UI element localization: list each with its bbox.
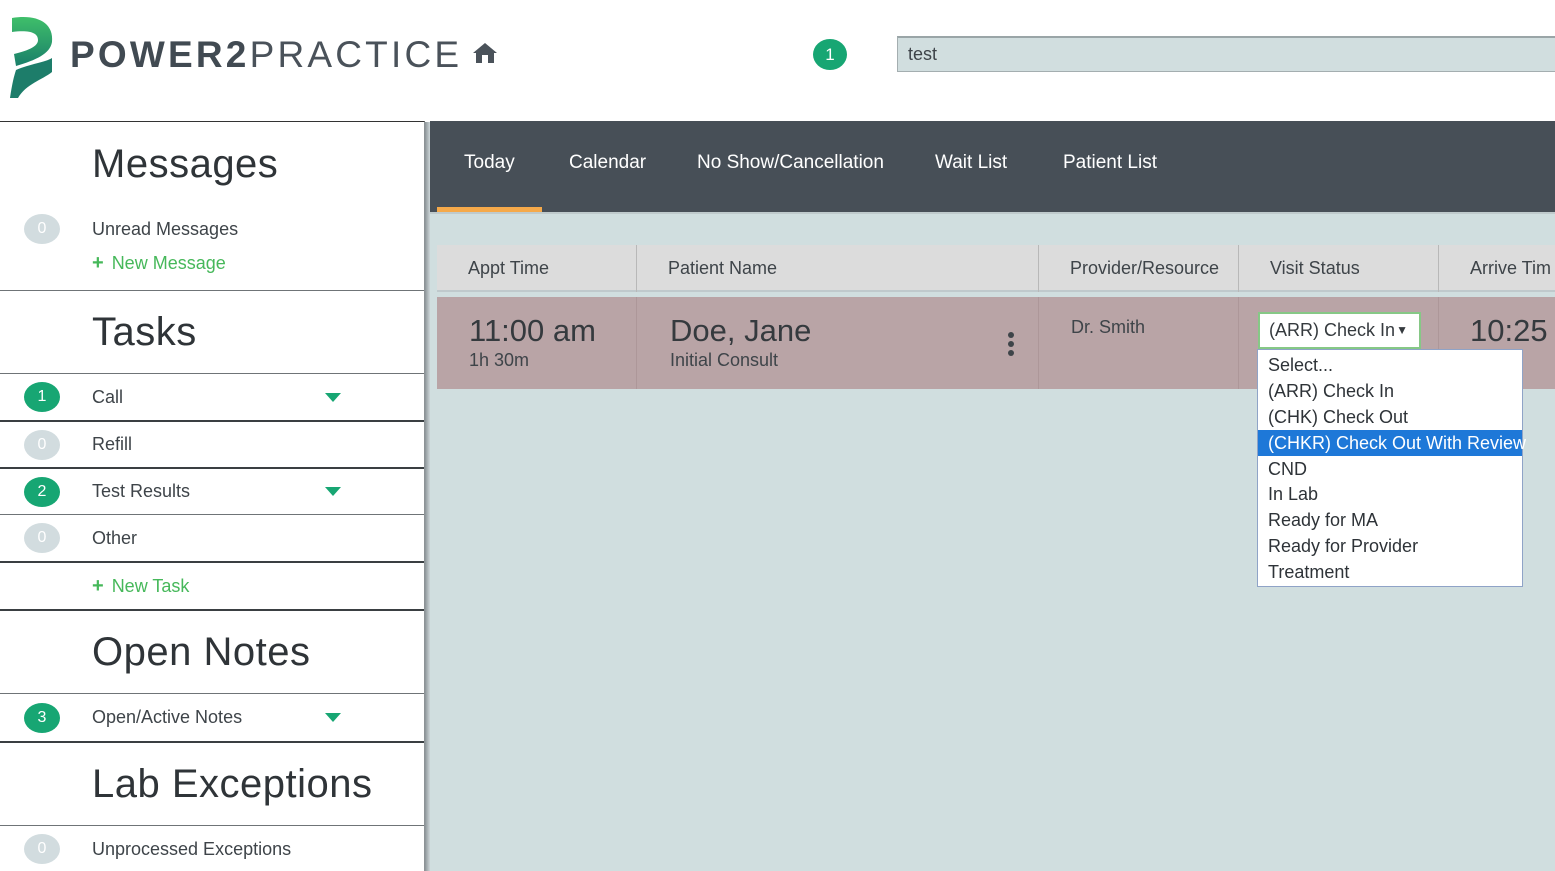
status-option-cnd[interactable]: CND	[1258, 456, 1522, 482]
search-input[interactable]	[897, 36, 1555, 72]
home-icon[interactable]	[472, 40, 498, 66]
count-badge: 0	[24, 834, 60, 864]
visit-status-dropdown-list: Select... (ARR) Check In (CHK) Check Out…	[1257, 349, 1526, 588]
status-option-in-lab[interactable]: In Lab	[1258, 481, 1522, 507]
status-option-chk-check-out[interactable]: (CHK) Check Out	[1258, 404, 1522, 430]
messages-section-title: Messages	[92, 142, 279, 186]
sidebar-item-other[interactable]: 0 Other	[0, 514, 424, 561]
tab-no-show-cancellation[interactable]: No Show/Cancellation	[697, 121, 884, 212]
status-option-arr-check-in[interactable]: (ARR) Check In	[1258, 378, 1522, 404]
tab-wait-list[interactable]: Wait List	[935, 121, 1007, 212]
column-header-appt-time[interactable]: Appt Time	[437, 245, 637, 292]
visit-status-value: (ARR) Check In	[1269, 320, 1396, 340]
tab-calendar[interactable]: Calendar	[569, 121, 646, 212]
patient-name[interactable]: Doe, Jane	[670, 313, 811, 349]
tab-bar-divider	[430, 212, 1555, 214]
column-header-arrive-time[interactable]: Arrive Tim	[1439, 245, 1555, 292]
status-option-ready-for-ma[interactable]: Ready for MA	[1258, 507, 1522, 533]
status-option-ready-for-provider[interactable]: Ready for Provider	[1258, 533, 1522, 559]
new-task-label: New Task	[111, 575, 190, 596]
new-message-button[interactable]: + New Message	[92, 252, 226, 275]
expand-caret-icon[interactable]	[325, 487, 341, 496]
expand-caret-icon[interactable]	[325, 713, 341, 722]
lab-exceptions-section-title: Lab Exceptions	[92, 762, 373, 806]
arrive-time: 10:25 a	[1470, 313, 1555, 348]
appointments-table: Appt Time Patient Name Provider/Resource…	[437, 245, 1555, 389]
sidebar-item-unread-messages[interactable]: 0 Unread Messages	[0, 206, 424, 252]
brand-name: POWER2PRACTICE	[70, 34, 462, 76]
sidebar-item-test-results[interactable]: 2 Test Results	[0, 467, 424, 514]
count-badge: 1	[24, 382, 60, 412]
sidebar-item-label: Test Results	[92, 481, 191, 501]
power2practice-logo-icon	[10, 17, 53, 98]
status-option-chkr-check-out-with-review[interactable]: (CHKR) Check Out With Review	[1258, 429, 1526, 456]
plus-icon: +	[92, 574, 104, 597]
tab-bar: Today Calendar No Show/Cancellation Wait…	[430, 121, 1555, 212]
more-options-icon[interactable]	[1008, 332, 1014, 356]
column-header-patient-name[interactable]: Patient Name	[637, 245, 1039, 292]
sidebar-item-label: Other	[92, 527, 138, 548]
expand-caret-icon[interactable]	[325, 392, 341, 402]
count-badge: 0	[24, 523, 60, 553]
tasks-section-title: Tasks	[92, 310, 197, 354]
provider-name: Dr. Smith	[1071, 317, 1146, 337]
status-option-select[interactable]: Select...	[1258, 352, 1522, 378]
sidebar: Messages 0 Unread Messages + New Message …	[0, 121, 430, 871]
sidebar-item-label: Refill	[92, 434, 133, 454]
sidebar-item-refill[interactable]: 0 Refill	[0, 420, 424, 467]
visit-status-select[interactable]: (ARR) Check In ▼	[1258, 312, 1421, 349]
count-badge: 0	[24, 214, 60, 244]
sidebar-item-label: Unread Messages	[92, 218, 239, 239]
new-message-row: + New Message	[0, 252, 424, 290]
plus-icon: +	[92, 252, 104, 274]
provider-cell: Dr. Smith	[1039, 297, 1239, 389]
sidebar-item-label: Call	[92, 386, 124, 407]
column-header-provider[interactable]: Provider/Resource	[1039, 245, 1239, 292]
count-badge: 3	[24, 702, 60, 733]
brand-name-bold: POWER2	[70, 34, 250, 75]
open-notes-section-title: Open Notes	[92, 630, 311, 674]
count-badge: 2	[24, 476, 60, 507]
appt-time-cell: 11:00 am 1h 30m	[437, 297, 637, 389]
visit-type: Initial Consult	[670, 350, 779, 370]
new-task-row: + New Task	[0, 561, 424, 609]
sidebar-item-call[interactable]: 1 Call	[0, 373, 424, 420]
new-message-label: New Message	[111, 253, 226, 273]
column-header-visit-status[interactable]: Visit Status	[1239, 245, 1439, 292]
appt-time: 11:00 am	[469, 313, 596, 348]
tasks-section-header: Tasks	[0, 290, 424, 373]
app-header: POWER2PRACTICE 1	[0, 0, 1555, 121]
tab-today[interactable]: Today	[437, 121, 542, 212]
sidebar-item-label: Open/Active Notes	[92, 707, 243, 727]
brand-name-light: PRACTICE	[249, 34, 463, 75]
open-notes-section-header: Open Notes	[0, 609, 424, 693]
notification-count-badge[interactable]: 1	[813, 39, 847, 70]
sidebar-item-label: Unprocessed Exceptions	[92, 838, 292, 859]
sidebar-item-open-active-notes[interactable]: 3 Open/Active Notes	[0, 693, 424, 741]
count-badge: 0	[24, 429, 60, 460]
sidebar-item-unprocessed-exceptions[interactable]: 0 Unprocessed Exceptions	[0, 825, 424, 871]
new-task-button[interactable]: + New Task	[92, 575, 189, 598]
table-header: Appt Time Patient Name Provider/Resource…	[437, 245, 1555, 292]
appt-duration: 1h 30m	[469, 350, 530, 370]
patient-cell: Doe, Jane Initial Consult	[637, 297, 1039, 389]
tab-patient-list[interactable]: Patient List	[1063, 121, 1157, 212]
dropdown-arrow-icon: ▼	[1396, 323, 1408, 337]
lab-exceptions-section-header: Lab Exceptions	[0, 741, 424, 825]
status-option-treatment[interactable]: Treatment	[1258, 559, 1522, 585]
